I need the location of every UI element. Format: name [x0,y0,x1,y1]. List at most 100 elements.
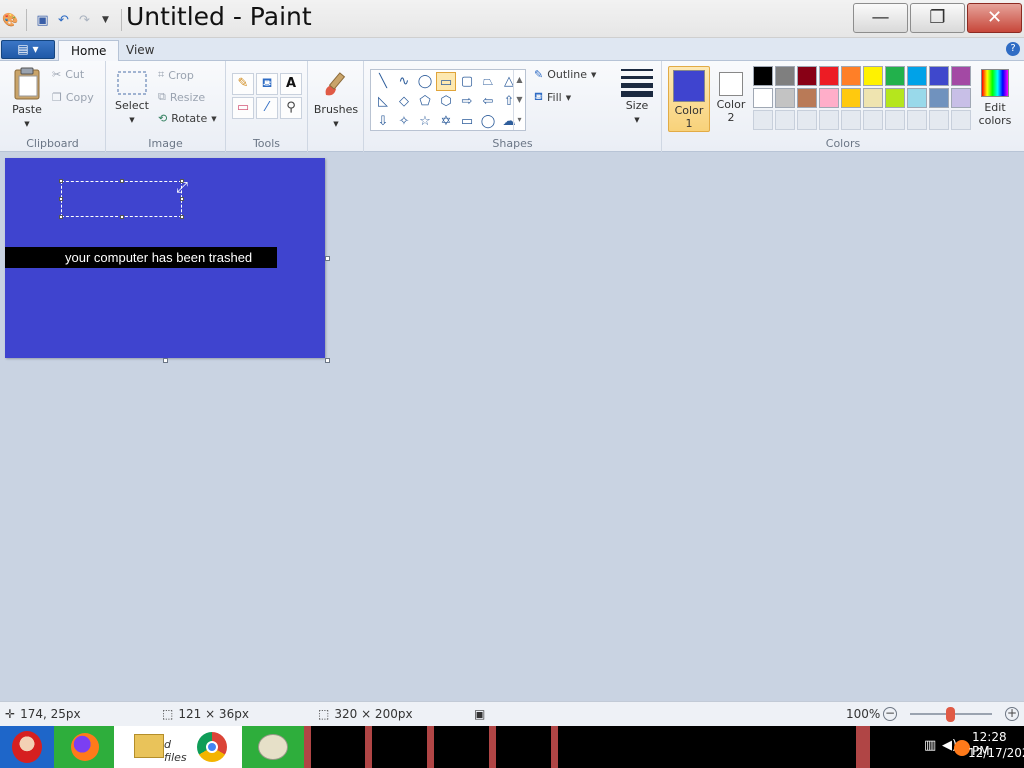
selection-handle-r[interactable] [180,197,184,201]
selection-handle-br[interactable] [180,215,184,219]
down-arrow-shape-icon[interactable]: ⇩ [373,112,393,131]
cut-button[interactable]: ✂ Cut [52,68,84,81]
network-icon[interactable]: ▥ [924,738,936,753]
eraser-icon[interactable]: ▭ [232,97,254,119]
custom-color-slot[interactable] [819,110,839,130]
custom-color-slot[interactable] [929,110,949,130]
palette-swatch[interactable] [863,66,883,86]
zoom-in-button[interactable]: + [1005,707,1019,721]
palette-swatch[interactable] [907,88,927,108]
brushes-button[interactable]: Brushes ▼ [312,67,360,129]
save-icon[interactable]: ▣ [34,12,51,29]
five-point-star-shape-icon[interactable]: ☆ [415,112,435,131]
palette-swatch[interactable] [775,66,795,86]
six-point-star-shape-icon[interactable]: ✡ [436,112,456,131]
shapes-scrollbar[interactable]: ▲ ▼ ▾ [513,70,525,130]
palette-swatch[interactable] [797,88,817,108]
left-arrow-shape-icon[interactable]: ⇦ [478,92,498,111]
custom-color-slot[interactable] [841,110,861,130]
taskbar-item-2[interactable] [365,726,372,768]
color-picker-icon[interactable]: ⁄ [256,97,278,119]
rounded-rectangle-shape-icon[interactable]: ▢ [457,72,477,91]
rectangle-selection[interactable] [59,179,184,219]
rect-callout-shape-icon[interactable]: ▭ [457,112,477,131]
palette-swatch[interactable] [863,88,883,108]
selection-handle-tl[interactable] [59,179,63,183]
pencil-icon[interactable]: ✎ [232,73,254,95]
custom-color-slot[interactable] [863,110,883,130]
palette-swatch[interactable] [775,88,795,108]
minimize-button[interactable]: — [853,3,908,33]
taskbar-item-5[interactable] [551,726,558,768]
taskbar-paint[interactable] [242,726,304,768]
right-arrow-shape-icon[interactable]: ⇨ [457,92,477,111]
paint-menu-button[interactable]: ▤ ▾ [1,40,55,59]
palette-swatch[interactable] [929,66,949,86]
palette-swatch[interactable] [819,66,839,86]
diamond-shape-icon[interactable]: ◇ [394,92,414,111]
zoom-slider-thumb[interactable] [946,707,955,722]
crop-button[interactable]: ⌗ Crop [158,68,194,82]
custom-color-slot[interactable] [885,110,905,130]
fill-button[interactable]: ⛾ Fill ▼ [534,90,571,105]
custom-color-slot[interactable] [907,110,927,130]
restore-button[interactable]: ❐ [910,3,965,33]
paste-button[interactable]: Paste ▼ [8,67,46,129]
customize-qat-icon[interactable]: ▼ [97,12,114,29]
polygon-shape-icon[interactable]: ⏢ [478,72,498,91]
palette-swatch[interactable] [841,66,861,86]
size-button[interactable]: Size ▼ [616,67,658,125]
palette-swatch[interactable] [929,88,949,108]
right-triangle-shape-icon[interactable]: ◺ [373,92,393,111]
palette-swatch[interactable] [951,66,971,86]
palette-swatch[interactable] [819,88,839,108]
pentagon-shape-icon[interactable]: ⬠ [415,92,435,111]
edit-colors-button[interactable]: Edit colors [975,69,1015,127]
tab-home[interactable]: Home [58,40,120,62]
zoom-out-button[interactable]: − [883,707,897,721]
start-button[interactable] [0,726,54,768]
oval-shape-icon[interactable]: ◯ [415,72,435,91]
palette-swatch[interactable] [753,66,773,86]
palette-swatch[interactable] [885,88,905,108]
palette-swatch[interactable] [753,88,773,108]
oval-callout-shape-icon[interactable]: ◯ [478,112,498,131]
outline-button[interactable]: ✎ Outline ▼ [534,68,596,81]
fill-bucket-icon[interactable]: ⛾ [256,73,278,95]
selection-handle-b[interactable] [120,215,124,219]
copy-button[interactable]: ❐ Copy [52,91,94,104]
selection-handle-bl[interactable] [59,215,63,219]
paint-app-icon[interactable]: 🎨 [2,12,19,29]
custom-color-slot[interactable] [951,110,971,130]
clock-date[interactable]: 12/17/2023 [968,746,1024,760]
curve-shape-icon[interactable]: ∿ [394,72,414,91]
rectangle-shape-icon[interactable]: ▭ [436,72,456,91]
taskbar-firefox[interactable] [54,726,114,768]
palette-swatch[interactable] [797,66,817,86]
redo-icon[interactable]: ↷ [76,12,93,29]
taskbar-item-1[interactable] [304,726,311,768]
taskbar-item-6[interactable] [856,726,870,768]
palette-swatch[interactable] [841,88,861,108]
palette-swatch[interactable] [951,88,971,108]
canvas-resize-handle-corner[interactable] [325,358,330,363]
taskbar-item-4[interactable] [489,726,496,768]
custom-color-slot[interactable] [753,110,773,130]
canvas-workspace[interactable]: ⤢ your computer has been trashed [0,152,1024,701]
selection-handle-t[interactable] [120,179,124,183]
custom-color-slot[interactable] [775,110,795,130]
selection-handle-l[interactable] [59,197,63,201]
close-button[interactable]: ✕ [967,3,1022,33]
color2-button[interactable]: Color 2 [712,69,750,124]
rotate-button[interactable]: ⟲ Rotate ▼ [158,112,217,125]
hexagon-shape-icon[interactable]: ⬡ [436,92,456,111]
canvas-resize-handle-right[interactable] [325,256,330,261]
color1-button[interactable]: Color 1 [668,66,710,132]
text-tool-icon[interactable]: A [280,73,302,95]
taskbar-item-3[interactable] [427,726,434,768]
taskbar-file-explorer[interactable]: d files [134,726,196,768]
drawing-canvas[interactable]: ⤢ your computer has been trashed [5,158,325,358]
help-icon[interactable]: ? [1006,42,1020,56]
custom-color-slot[interactable] [797,110,817,130]
canvas-resize-handle-bottom[interactable] [163,358,168,363]
